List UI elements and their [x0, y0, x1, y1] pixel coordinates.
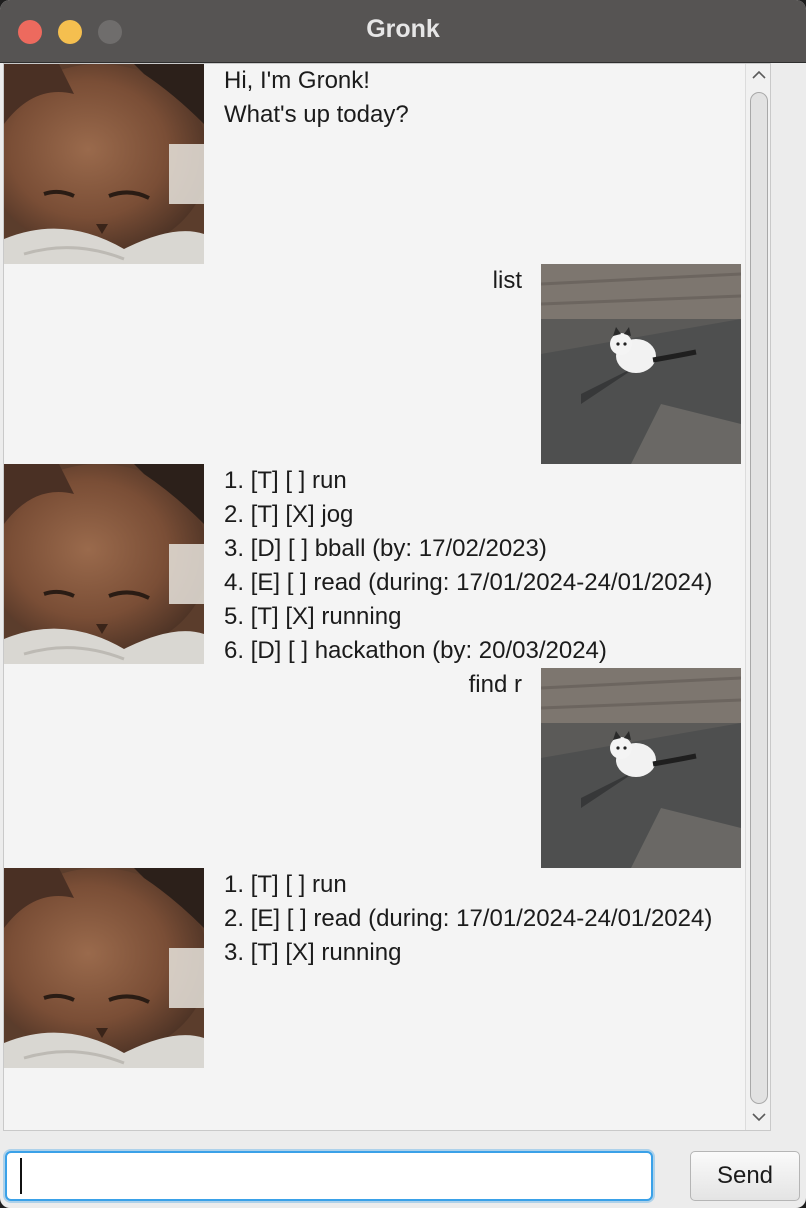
message-line: 3. [T] [X] running: [224, 939, 402, 966]
message-line: list: [492, 267, 522, 294]
orange-cat-avatar: [4, 464, 204, 664]
scrollbar-thumb[interactable]: [750, 92, 768, 1104]
message-line: What's up today?: [224, 101, 409, 128]
message-text: Hi, I'm Gronk! What's up today?: [224, 64, 409, 132]
chevron-down-icon[interactable]: [750, 1108, 768, 1126]
vertical-scrollbar[interactable]: [745, 64, 770, 1130]
command-input[interactable]: [5, 1151, 653, 1201]
message-text: 1. [T] [ ] run 2. [T] [X] jog 3. [D] [ ] b…: [224, 464, 712, 668]
window-title: Gronk: [366, 15, 440, 43]
message-line: 1. [T] [ ] run: [224, 467, 347, 494]
text-caret: [20, 1158, 22, 1194]
message-text: find r: [469, 668, 522, 702]
message-line: 6. [D] [ ] hackathon (by: 20/03/2024): [224, 637, 607, 664]
message-text: 1. [T] [ ] run 2. [E] [ ] read (during: 1…: [224, 868, 712, 970]
orange-cat-avatar: [4, 868, 204, 1068]
message-line: 2. [T] [X] jog: [224, 501, 354, 528]
message-line: find r: [468, 671, 522, 698]
message-line: 1. [T] [ ] run: [224, 871, 347, 898]
message-line: 3. [D] [ ] bball (by: 17/02/2023): [224, 535, 547, 562]
white-cat-avatar: [541, 264, 741, 464]
send-button[interactable]: Send: [690, 1151, 800, 1201]
message-line: 2. [E] [ ] read (during: 17/01/2024-24/0…: [224, 905, 713, 932]
title-bar: Gronk: [0, 0, 806, 63]
message-text: list: [493, 264, 522, 298]
orange-cat-avatar: [4, 64, 204, 264]
chat-scroll-pane[interactable]: Hi, I'm Gronk! What's up today? list 1. […: [3, 63, 771, 1131]
message-line: 5. [T] [X] running: [224, 603, 402, 630]
chevron-up-icon[interactable]: [750, 66, 768, 84]
message-line: 4. [E] [ ] read (during: 17/01/2024-24/0…: [224, 569, 713, 596]
app-window: Gronk Hi, I'm Gronk! What's up today? lis…: [0, 0, 806, 1208]
message-line: Hi, I'm Gronk!: [224, 67, 370, 94]
white-cat-avatar: [541, 668, 741, 868]
